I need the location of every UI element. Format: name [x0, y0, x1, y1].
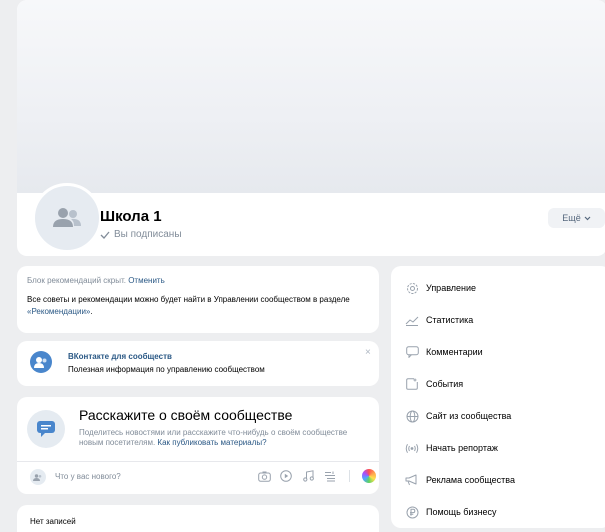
- subscribed-label: Вы подписаны: [114, 229, 182, 240]
- community-menu: Управление Статистика Комментарии Событи…: [391, 266, 605, 528]
- chat-icon: [27, 410, 65, 448]
- menu-item-label: Начать репортаж: [426, 443, 498, 453]
- menu-item-label: Сайт из сообщества: [426, 411, 512, 421]
- recommendations-hidden-notice: Блок рекомендаций скрыт. Отменить: [27, 276, 369, 285]
- menu-item-label: Управление: [426, 283, 477, 293]
- checkmark-icon: [100, 231, 110, 239]
- camera-icon[interactable]: [257, 469, 271, 483]
- wall-card: Нет записей: [17, 505, 379, 532]
- megaphone-icon: [405, 473, 419, 487]
- close-icon[interactable]: ×: [365, 347, 371, 358]
- recommendations-link[interactable]: «Рекомендации»: [27, 307, 90, 316]
- menu-item-site[interactable]: Сайт из сообщества: [391, 400, 605, 432]
- tell-about-card: Расскажите о своём сообществе Поделитесь…: [17, 397, 379, 494]
- more-button[interactable]: Ещё: [548, 208, 605, 228]
- group-avatar[interactable]: [32, 183, 102, 253]
- group-name: Школа 1: [100, 208, 162, 225]
- event-icon: [405, 377, 419, 391]
- vk-promo-card[interactable]: ВКонтакте для сообществ Полезная информа…: [17, 341, 379, 386]
- music-icon[interactable]: [301, 469, 315, 483]
- users-icon: [53, 208, 81, 227]
- recommendations-info: Все советы и рекомендации можно будет на…: [27, 294, 369, 318]
- group-header: Школа 1 Вы подписаны Ещё: [17, 0, 605, 256]
- chart-icon: [405, 313, 419, 327]
- menu-item-label: Комментарии: [426, 347, 483, 357]
- author-avatar: [30, 469, 46, 485]
- comment-icon: [405, 345, 419, 359]
- menu-item-management[interactable]: Управление: [391, 272, 605, 304]
- new-post-input[interactable]: Что у вас нового?: [55, 472, 121, 481]
- post-attachments: [257, 469, 376, 483]
- separator: [349, 470, 350, 482]
- color-background-icon[interactable]: [362, 469, 376, 483]
- menu-item-label: Реклама сообщества: [426, 475, 515, 485]
- cancel-link[interactable]: Отменить: [128, 276, 165, 285]
- menu-item-business-help[interactable]: Помощь бизнесу: [391, 496, 605, 528]
- article-icon[interactable]: [323, 469, 337, 483]
- chevron-down-icon: [584, 216, 591, 220]
- menu-item-broadcast[interactable]: Начать репортаж: [391, 432, 605, 464]
- gear-icon: [405, 281, 419, 295]
- users-icon: [33, 473, 42, 481]
- how-to-publish-link[interactable]: Как публиковать материалы?: [157, 438, 266, 447]
- ruble-icon: [405, 505, 419, 519]
- video-icon[interactable]: [279, 469, 293, 483]
- vk-promo-title[interactable]: ВКонтакте для сообществ: [68, 352, 172, 361]
- tell-description: Поделитесь новостями или расскажите что-…: [79, 428, 349, 448]
- menu-item-label: События: [426, 379, 464, 389]
- tell-title: Расскажите о своём сообществе: [79, 407, 293, 423]
- hidden-text: Блок рекомендаций скрыт.: [27, 276, 126, 285]
- no-posts-label: Нет записей: [30, 517, 76, 526]
- menu-item-label: Помощь бизнесу: [426, 507, 497, 517]
- menu-item-label: Статистика: [426, 315, 474, 325]
- broadcast-icon: [405, 441, 419, 455]
- globe-icon: [405, 409, 419, 423]
- info-end: .: [90, 307, 93, 316]
- menu-item-comments[interactable]: Комментарии: [391, 336, 605, 368]
- more-label: Ещё: [562, 213, 581, 223]
- menu-item-events[interactable]: События: [391, 368, 605, 400]
- divider: [17, 461, 379, 462]
- vk-promo-subtitle: Полезная информация по управлению сообще…: [68, 365, 265, 374]
- subscription-status[interactable]: Вы подписаны: [100, 229, 182, 240]
- menu-item-advertising[interactable]: Реклама сообщества: [391, 464, 605, 496]
- info-text: Все советы и рекомендации можно будет на…: [27, 295, 350, 304]
- cover-image[interactable]: [17, 0, 605, 193]
- vk-community-icon: [30, 351, 52, 373]
- menu-item-statistics[interactable]: Статистика: [391, 304, 605, 336]
- recommendations-card: Блок рекомендаций скрыт. Отменить Все со…: [17, 266, 379, 333]
